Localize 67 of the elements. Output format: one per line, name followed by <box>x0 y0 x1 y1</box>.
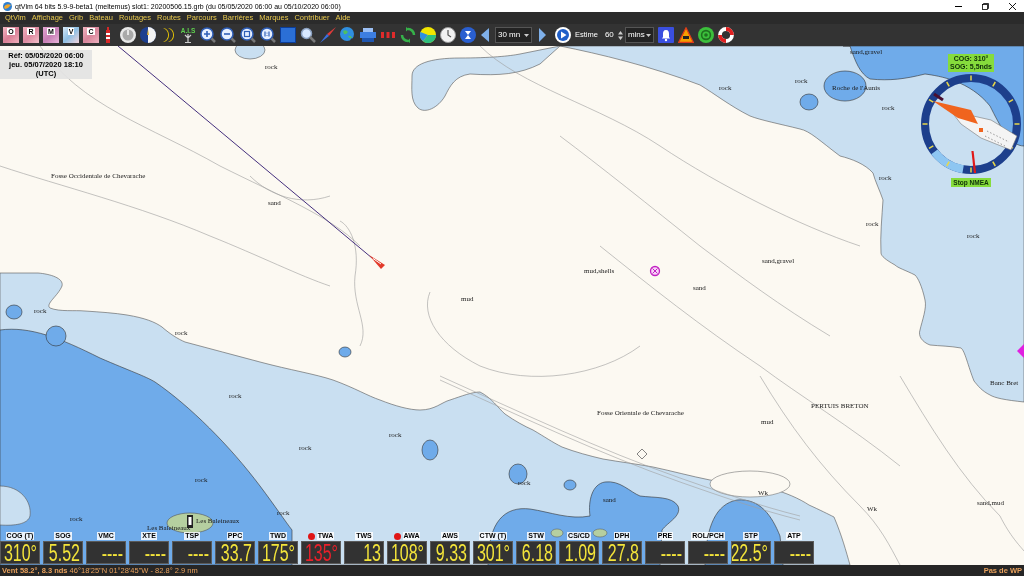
diamond-mark-icon <box>636 448 648 460</box>
instrument-display: 33.7 <box>215 541 255 564</box>
play-icon[interactable] <box>555 27 571 43</box>
warning-icon[interactable] <box>677 27 694 43</box>
target-icon[interactable] <box>697 27 714 43</box>
instrument-display: ---- <box>645 541 685 564</box>
previous-icon[interactable] <box>481 28 489 42</box>
shallows-area <box>508 463 528 485</box>
caret-icon <box>524 33 529 37</box>
dial-icon[interactable] <box>120 27 136 43</box>
zoom-reset-icon[interactable] <box>260 27 276 43</box>
instrument-display: ---- <box>172 541 212 564</box>
instrument-display: ---- <box>129 541 169 564</box>
color-wheel-icon[interactable] <box>420 27 436 43</box>
zoom-fit-icon[interactable] <box>240 27 256 43</box>
spin-arrows-icon <box>617 30 623 40</box>
boat-marker-icon[interactable] <box>369 255 385 269</box>
shallows-area <box>563 479 577 491</box>
step-dropdown[interactable]: 30 mn <box>495 27 532 43</box>
next-icon[interactable] <box>539 28 546 42</box>
island-shape <box>592 528 608 538</box>
instrument-display: ---- <box>688 541 728 564</box>
close-icon[interactable] <box>1009 2 1016 10</box>
app-icon <box>3 1 12 11</box>
instrument-display: ---- <box>86 541 126 564</box>
instrument-display: 135° <box>301 541 341 564</box>
instrument-display: 9.33 <box>430 541 470 564</box>
waypoint-icon[interactable] <box>649 265 661 277</box>
instrument-display: 6.18 <box>516 541 556 564</box>
sea-area <box>234 46 266 60</box>
instrument-display: 13 <box>344 541 384 564</box>
instrument-display: 301° <box>473 541 513 564</box>
estime-spinbox[interactable]: 60 <box>601 27 623 43</box>
clock-icon[interactable] <box>440 27 456 43</box>
instrument-display: ---- <box>774 541 814 564</box>
lifebuoy-icon[interactable] <box>717 27 734 43</box>
antenna-icon <box>184 34 192 43</box>
globe-icon[interactable] <box>340 27 356 43</box>
instrument-display: 5.52 <box>43 541 83 564</box>
half-disc-icon[interactable] <box>140 27 156 43</box>
shallows-area <box>338 346 352 358</box>
instrument-display: 1.09 <box>559 541 599 564</box>
unit-dropdown[interactable]: mins <box>624 27 654 43</box>
lighthouse-icon[interactable] <box>105 27 111 43</box>
instrument-display: 175° <box>258 541 298 564</box>
lighthouse-icon <box>187 515 193 528</box>
shallows-area <box>799 93 819 111</box>
instrument-display: 310° <box>0 541 40 564</box>
pointer-icon[interactable] <box>1017 344 1024 358</box>
bell-icon[interactable] <box>657 27 674 43</box>
instrument-display: 22.5° <box>731 541 771 564</box>
dots-icon[interactable] <box>380 32 396 38</box>
zoom-out-icon[interactable] <box>220 27 236 43</box>
tray-icon[interactable] <box>360 28 376 42</box>
instrument-display: 108° <box>387 541 427 564</box>
refresh-icon[interactable] <box>400 27 416 43</box>
shallows-area <box>421 439 439 461</box>
shallows-area <box>5 304 23 320</box>
caret-icon <box>645 33 651 37</box>
restore-icon[interactable] <box>982 2 989 10</box>
hourglass-icon[interactable] <box>460 27 476 43</box>
search-icon[interactable] <box>300 27 316 43</box>
minimize-icon[interactable] <box>955 5 962 7</box>
zoom-in-icon[interactable] <box>200 27 216 43</box>
instrument-display: 27.8 <box>602 541 642 564</box>
sea-area <box>0 485 31 526</box>
island-shape <box>550 528 564 538</box>
